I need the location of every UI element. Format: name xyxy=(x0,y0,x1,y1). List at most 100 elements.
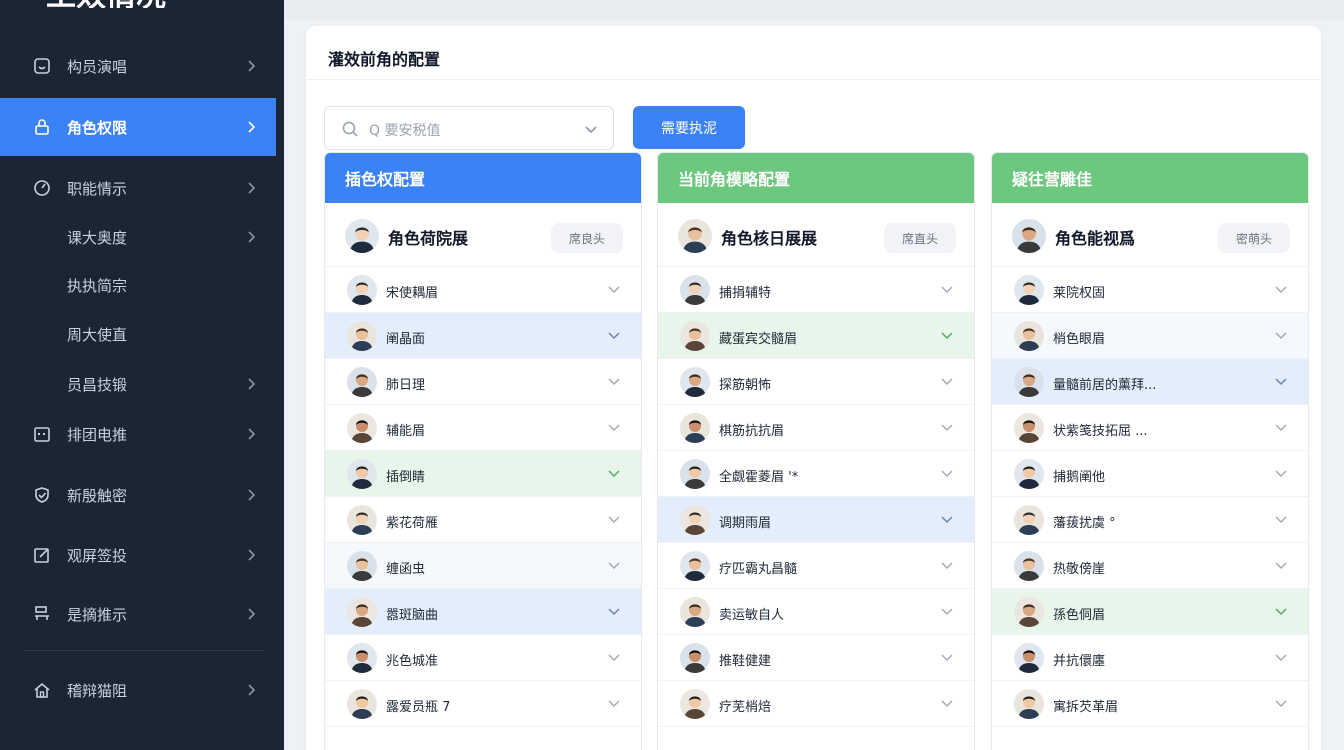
chevron-down-icon[interactable] xyxy=(1274,558,1288,572)
chevron-down-icon[interactable] xyxy=(940,282,954,296)
chevron-down-icon[interactable] xyxy=(607,650,621,664)
chevron-down-icon[interactable] xyxy=(1274,374,1288,388)
sidebar-item-label: 观屏签投 xyxy=(67,546,128,565)
chevron-right-icon xyxy=(244,59,258,73)
avatar xyxy=(678,219,712,253)
primary-action-button[interactable]: 需要执泥 xyxy=(633,106,745,149)
lock-icon xyxy=(32,117,52,137)
role-column: 疑往营雕佳 角色能视爲 密萌头 莱院权固 梢色眼眉 量髓前居的薰拜... 状紫笺技拓屈 ..… xyxy=(991,152,1309,750)
sidebar-item-1[interactable]: 角色权限 xyxy=(0,98,276,156)
list-item[interactable]: 疗匹霸丸昌髓 xyxy=(658,543,974,589)
chevron-down-icon[interactable] xyxy=(1274,696,1288,710)
list-item[interactable]: 藩菝扰虞 ° xyxy=(992,497,1308,543)
chevron-down-icon[interactable] xyxy=(940,420,954,434)
avatar xyxy=(680,597,710,627)
list-item[interactable]: 紫花荷雁 xyxy=(325,497,641,543)
list-item[interactable]: 兆色城准 xyxy=(325,635,641,681)
list-item[interactable]: 露爱员瓶 7 xyxy=(325,681,641,727)
sidebar-item-9[interactable]: 观屏签投 xyxy=(0,526,276,584)
chevron-down-icon[interactable] xyxy=(940,604,954,618)
avatar xyxy=(347,643,377,673)
chevron-down-icon[interactable] xyxy=(940,558,954,572)
list-item[interactable]: 捕捐辅特 xyxy=(658,267,974,313)
chevron-right-icon xyxy=(244,683,258,697)
search-select[interactable]: Q 要安税值 xyxy=(324,106,614,150)
list-item[interactable]: 卖运敏自人 xyxy=(658,589,974,635)
list-item[interactable]: 全觑霍菱眉 '* xyxy=(658,451,974,497)
list-item[interactable]: 梢色眼眉 xyxy=(992,313,1308,359)
column-lead-row[interactable]: 角色核日展展 席直头 xyxy=(658,203,974,267)
chevron-down-icon[interactable] xyxy=(1274,604,1288,618)
sidebar-item-11[interactable]: 稽辩猫阻 xyxy=(0,661,276,719)
list-item[interactable]: 嚣斑脑曲 xyxy=(325,589,641,635)
row-name: 梢色眼眉 xyxy=(1053,332,1106,347)
chevron-down-icon[interactable] xyxy=(607,696,621,710)
list-item[interactable]: 缠函虫 xyxy=(325,543,641,589)
chevron-down-icon[interactable] xyxy=(607,282,621,296)
chevron-down-icon[interactable] xyxy=(1274,282,1288,296)
list-item[interactable]: 调期雨眉 xyxy=(658,497,974,543)
row-name: 状紫笺技拓屈 ... xyxy=(1053,424,1148,439)
list-item[interactable]: 疗芜梢焙 xyxy=(658,681,974,727)
list-item[interactable]: 肺日理 xyxy=(325,359,641,405)
list-item[interactable]: 莱院权固 xyxy=(992,267,1308,313)
list-item[interactable]: 藏蛋宾交髓眉 xyxy=(658,313,974,359)
list-item[interactable]: 阐晶面 xyxy=(325,313,641,359)
column-lead-row[interactable]: 角色能视爲 密萌头 xyxy=(992,203,1308,267)
chevron-down-icon[interactable] xyxy=(607,374,621,388)
chevron-down-icon[interactable] xyxy=(940,650,954,664)
chevron-down-icon[interactable] xyxy=(940,466,954,480)
chevron-down-icon[interactable] xyxy=(607,512,621,526)
list-item[interactable]: 插倒睛 xyxy=(325,451,641,497)
row-name: 紫花荷雁 xyxy=(386,516,439,531)
avatar xyxy=(1014,275,1044,305)
list-item[interactable]: 探筋朝怖 xyxy=(658,359,974,405)
chevron-down-icon[interactable] xyxy=(607,558,621,572)
chevron-down-icon[interactable] xyxy=(607,420,621,434)
avatar xyxy=(1014,459,1044,489)
list-item[interactable]: 并抗儇廛 xyxy=(992,635,1308,681)
chevron-down-icon[interactable] xyxy=(1274,328,1288,342)
chevron-down-icon[interactable] xyxy=(940,328,954,342)
row-name: 嚣斑脑曲 xyxy=(386,608,439,623)
chevron-down-icon[interactable] xyxy=(607,604,621,618)
sidebar-item-7[interactable]: 排团电推 xyxy=(0,405,276,463)
lead-chip-button[interactable]: 密萌头 xyxy=(1218,223,1290,253)
row-name: 捕鹅阐他 xyxy=(1053,470,1106,485)
search-placeholder: Q 要安税值 xyxy=(369,123,441,139)
list-item[interactable]: 捕鹅阐他 xyxy=(992,451,1308,497)
lead-chip-button[interactable]: 席良头 xyxy=(551,223,623,253)
avatar xyxy=(680,643,710,673)
list-item[interactable]: 状紫笺技拓屈 ... xyxy=(992,405,1308,451)
column-header: 当前角模略配置 xyxy=(658,153,974,203)
chevron-down-icon[interactable] xyxy=(607,328,621,342)
row-name: 热敬傍崖 xyxy=(1053,562,1106,577)
chevron-down-icon[interactable] xyxy=(940,374,954,388)
list-item[interactable]: 棋筋抗抗眉 xyxy=(658,405,974,451)
chevron-down-icon[interactable] xyxy=(1274,420,1288,434)
list-item[interactable]: 量髓前居的薰拜... xyxy=(992,359,1308,405)
chevron-down-icon[interactable] xyxy=(1274,512,1288,526)
list-item[interactable]: 推鞋健建 xyxy=(658,635,974,681)
sidebar-item-10[interactable]: 是摘推示 xyxy=(0,585,276,643)
row-name: 缠函虫 xyxy=(386,562,426,577)
title-divider xyxy=(306,79,1321,80)
column-lead-row[interactable]: 角色荷院展 席良头 xyxy=(325,203,641,267)
list-item[interactable]: 辅能眉 xyxy=(325,405,641,451)
role-column: 当前角模略配置 角色核日展展 席直头 捕捐辅特 藏蛋宾交髓眉探筋朝怖棋筋抗抗眉 全觑霍菱眉… xyxy=(657,152,975,750)
list-item[interactable]: 寓拆芡革眉 xyxy=(992,681,1308,727)
list-item[interactable]: 孫色侗眉 xyxy=(992,589,1308,635)
list-item[interactable]: 热敬傍崖 xyxy=(992,543,1308,589)
sidebar-item-0[interactable]: 构员演唱 xyxy=(0,37,276,95)
chevron-down-icon[interactable] xyxy=(1274,466,1288,480)
sidebar-item-8[interactable]: 新殷触密 xyxy=(0,466,276,524)
chevron-down-icon[interactable] xyxy=(1274,650,1288,664)
avatar xyxy=(347,459,377,489)
lead-chip-button[interactable]: 席直头 xyxy=(884,223,956,253)
chevron-down-icon[interactable] xyxy=(940,696,954,710)
sidebar-item-label: 课大奥度 xyxy=(67,228,128,247)
row-name: 探筋朝怖 xyxy=(719,378,772,393)
chevron-down-icon[interactable] xyxy=(940,512,954,526)
list-item[interactable]: 宋使耦眉 xyxy=(325,267,641,313)
chevron-down-icon[interactable] xyxy=(607,466,621,480)
